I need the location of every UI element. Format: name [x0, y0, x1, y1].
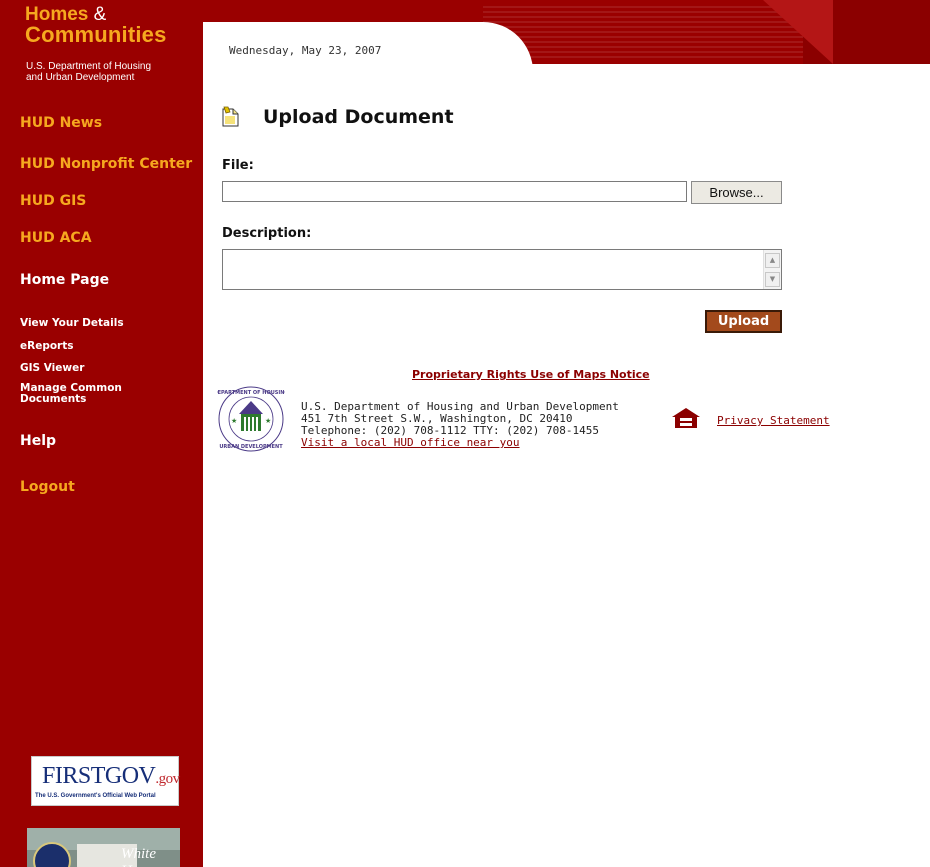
- svg-text:★: ★: [265, 417, 271, 425]
- svg-text:URBAN DEVELOPMENT: URBAN DEVELOPMENT: [219, 444, 283, 450]
- firstgov-tagline: The U.S. Government's Official Web Porta…: [35, 793, 156, 799]
- nav-hud-nonprofit-center[interactable]: HUD Nonprofit Center: [20, 156, 192, 172]
- file-path-input[interactable]: [222, 181, 687, 202]
- nav-manage-common-line2: Documents: [20, 393, 87, 405]
- logo-subtitle-2: and Urban Development: [26, 72, 135, 83]
- equal-housing-icon: [672, 408, 700, 428]
- local-office-link[interactable]: Visit a local HUD office near you: [301, 436, 520, 449]
- description-field[interactable]: ▲ ▼: [222, 249, 782, 290]
- nav-hud-gis[interactable]: HUD GIS: [20, 193, 86, 209]
- firstgov-banner[interactable]: FIRSTGOV.gov The U.S. Government's Offic…: [31, 756, 180, 806]
- header-tab: [203, 22, 533, 64]
- svg-text:★: ★: [231, 417, 237, 425]
- page-title: Upload Document: [263, 106, 454, 128]
- svg-text:DEPARTMENT OF HOUSING: DEPARTMENT OF HOUSING: [217, 390, 285, 396]
- firstgov-suffix: .gov: [155, 771, 180, 787]
- scroll-up-arrow-icon[interactable]: ▲: [765, 253, 780, 268]
- nav-view-your-details[interactable]: View Your Details: [20, 318, 124, 329]
- current-date: Wednesday, May 23, 2007: [229, 44, 382, 57]
- nav-ereports[interactable]: eReports: [20, 341, 74, 352]
- document-icon: [222, 106, 239, 127]
- hud-seal-icon: DEPARTMENT OF HOUSING URBAN DEVELOPMENT …: [217, 386, 285, 452]
- site-logo[interactable]: Homes & Communities U.S. Department of H…: [0, 0, 203, 95]
- logo-subtitle-1: U.S. Department of Housing: [26, 61, 152, 72]
- upload-button[interactable]: Upload: [705, 310, 782, 333]
- browse-button[interactable]: Browse...: [691, 181, 782, 204]
- header-wedge-decoration: [763, 0, 833, 64]
- footer-address-line-4: Visit a local HUD office near you: [301, 437, 520, 449]
- nav-hud-aca[interactable]: HUD ACA: [20, 230, 92, 246]
- nav-logout[interactable]: Logout: [20, 479, 75, 495]
- nav-home-page[interactable]: Home Page: [20, 272, 109, 288]
- logo-communities: Communities: [25, 22, 167, 47]
- description-label: Description:: [222, 226, 312, 241]
- privacy-statement-link[interactable]: Privacy Statement: [717, 414, 830, 427]
- description-scrollbar[interactable]: ▲ ▼: [763, 250, 781, 289]
- scroll-down-arrow-icon[interactable]: ▼: [765, 272, 780, 287]
- nav-help[interactable]: Help: [20, 433, 56, 449]
- nav-gis-viewer[interactable]: GIS Viewer: [20, 363, 84, 374]
- firstgov-wordmark: FIRSTGOV.gov: [42, 763, 180, 790]
- description-textarea[interactable]: [223, 250, 763, 289]
- whitehouse-banner[interactable]: White House: [27, 828, 180, 867]
- firstgov-text: FIRSTGOV: [42, 763, 156, 789]
- whitehouse-text: White House: [121, 846, 159, 867]
- nav-manage-common-documents[interactable]: Manage Common Documents: [20, 383, 122, 405]
- file-label: File:: [222, 158, 254, 173]
- proprietary-rights-link[interactable]: Proprietary Rights Use of Maps Notice: [412, 368, 650, 381]
- nav-hud-news[interactable]: HUD News: [20, 115, 102, 131]
- sidebar: Homes & Communities U.S. Department of H…: [0, 0, 203, 867]
